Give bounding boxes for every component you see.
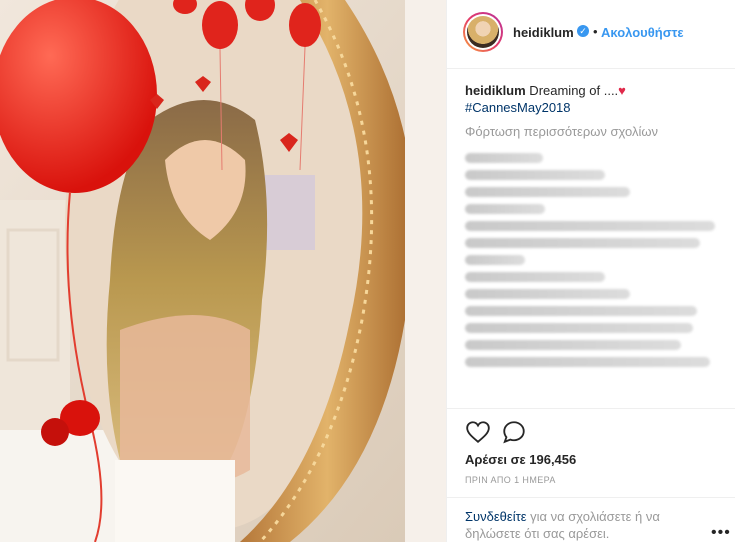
blurred-comments [465,146,725,374]
likes-count[interactable]: Αρέσει σε 196,456 [465,452,576,467]
follow-button[interactable]: Ακολουθήστε [601,25,684,40]
verified-badge-icon: ✓ [577,25,589,37]
avatar-image [467,16,499,48]
load-more-comments[interactable]: Φόρτωση περισσότερων σχολίων [465,124,658,139]
caption-text: Dreaming of .... [525,83,619,98]
post-timestamp[interactable]: ΠΡΙΝ ΑΠΟ 1 ΗΜΕΡΑ [465,475,556,485]
speech-bubble-icon[interactable] [501,419,527,445]
separator-dot: • [593,24,598,39]
login-link[interactable]: Συνδεθείτε [465,509,527,524]
heart-outline-icon[interactable] [465,419,491,445]
hashtag-link[interactable]: #CannesMay2018 [465,100,571,115]
login-prompt: Συνδεθείτε για να σχολιάσετε ή να δηλώσε… [465,508,687,542]
post-sidebar: heidiklum ✓ • Ακολουθήστε heidiklum Drea… [446,0,735,542]
post-caption: heidiklum Dreaming of ....♥ #CannesMay20… [465,82,725,116]
post-actions: Αρέσει σε 196,456 ΠΡΙΝ ΑΠΟ 1 ΗΜΕΡΑ [447,408,735,501]
post-photo[interactable] [0,0,446,542]
avatar[interactable] [463,12,503,52]
caption-username[interactable]: heidiklum [465,83,526,98]
post-footer: Συνδεθείτε για να σχολιάσετε ή να δηλώσε… [447,497,735,543]
post-header: heidiklum ✓ • Ακολουθήστε [447,0,735,69]
heart-emoji-icon: ♥ [618,83,626,98]
more-options-icon[interactable]: ••• [711,524,731,542]
username-link[interactable]: heidiklum [513,25,574,40]
photo-artwork [0,0,446,542]
avatar-border [465,14,501,50]
